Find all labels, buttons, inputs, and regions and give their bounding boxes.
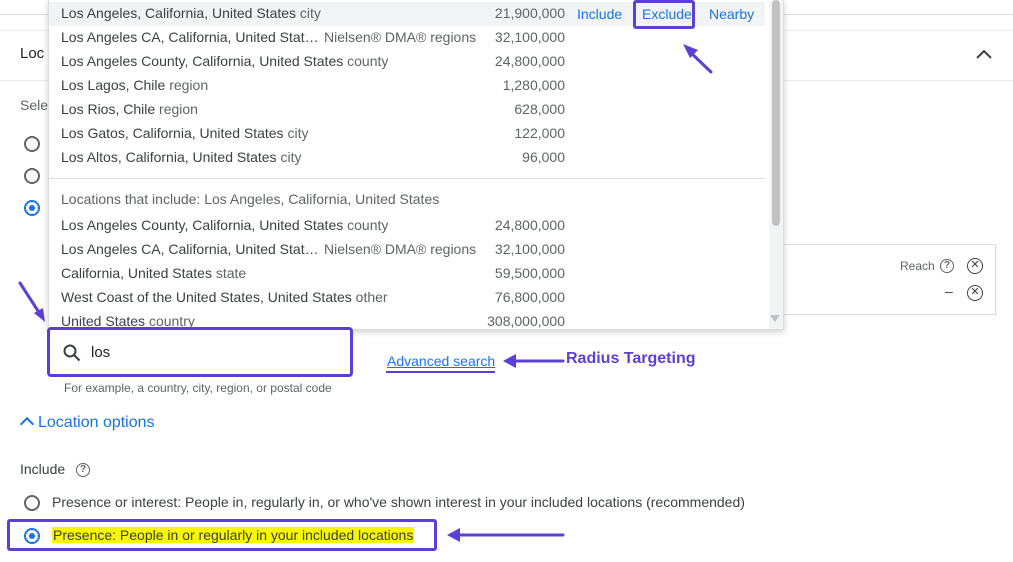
chevron-up-icon xyxy=(19,416,35,432)
location-options-toggle[interactable]: Location options xyxy=(18,414,155,432)
annotation-arrows xyxy=(18,44,713,542)
help-icon[interactable]: ? xyxy=(76,463,90,477)
presence-annotation-box xyxy=(7,519,437,551)
include-label: Include xyxy=(20,461,66,477)
presence-or-interest-radio[interactable] xyxy=(24,495,40,511)
presence-or-interest-label[interactable]: Presence or interest: People in, regular… xyxy=(52,494,745,510)
